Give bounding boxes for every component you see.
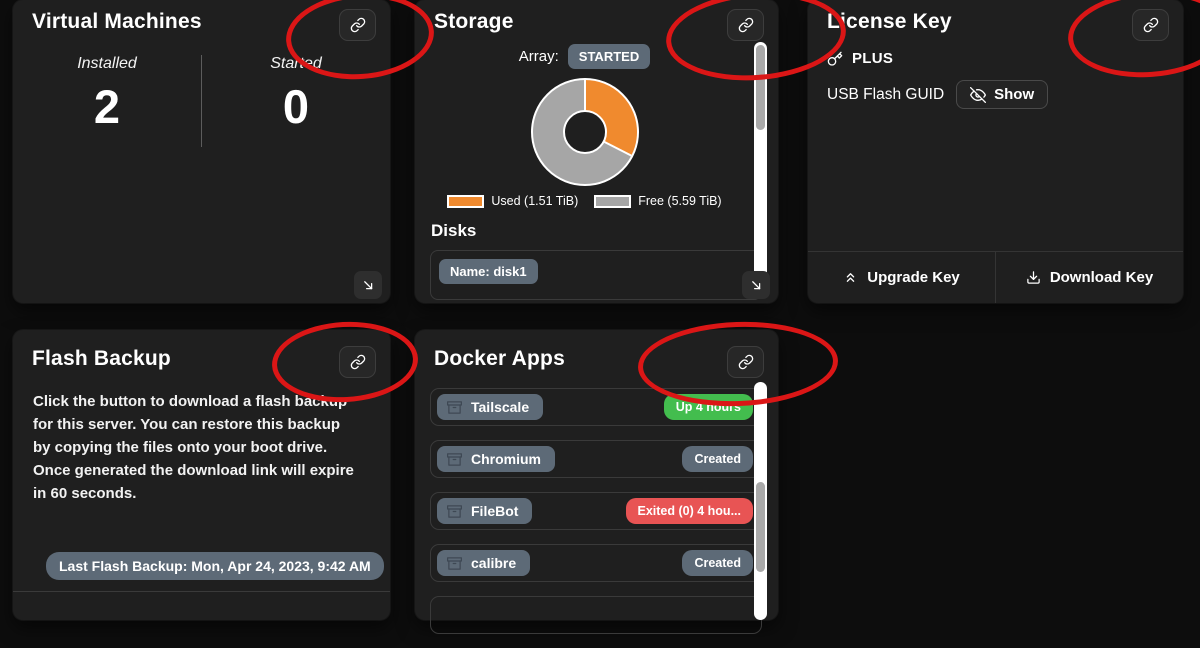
array-status-badge: STARTED bbox=[568, 44, 650, 69]
usb-guid-row: USB Flash GUID Show bbox=[827, 80, 1048, 109]
storage-scrollbar[interactable] bbox=[754, 42, 767, 298]
license-key-card: License Key PLUS USB Flash GUID Show Upg… bbox=[808, 0, 1183, 303]
app-status-badge: Exited (0) 4 hou... bbox=[626, 498, 754, 524]
docker-app-list: Tailscale Up 4 hours Chromium Created Fi… bbox=[430, 388, 762, 648]
eye-slash-icon bbox=[970, 87, 986, 103]
app-status-badge: Created bbox=[682, 446, 753, 472]
app-name: Chromium bbox=[471, 451, 541, 467]
container-icon bbox=[447, 400, 462, 415]
arrow-down-right-icon bbox=[361, 278, 376, 293]
container-icon bbox=[447, 556, 462, 571]
flash-backup-description: Click the button to download a flash bac… bbox=[33, 390, 358, 505]
flash-backup-card: Flash Backup Click the button to downloa… bbox=[13, 330, 390, 620]
vm-expand-button[interactable] bbox=[354, 271, 382, 299]
license-key-title: License Key bbox=[827, 10, 952, 34]
app-name-pill[interactable]: calibre bbox=[437, 550, 530, 576]
download-key-button[interactable]: Download Key bbox=[995, 252, 1183, 303]
vm-installed-label: Installed bbox=[13, 55, 201, 73]
storage-expand-button[interactable] bbox=[742, 271, 770, 299]
docker-app-row-partial[interactable] bbox=[430, 596, 762, 634]
download-key-label: Download Key bbox=[1050, 269, 1153, 286]
docker-app-row-calibre[interactable]: calibre Created bbox=[430, 544, 762, 582]
license-footer: Upgrade Key Download Key bbox=[808, 251, 1183, 303]
container-icon bbox=[447, 504, 462, 519]
docker-app-row-chromium[interactable]: Chromium Created bbox=[430, 440, 762, 478]
used-swatch bbox=[447, 195, 484, 208]
app-name-pill[interactable]: Tailscale bbox=[437, 394, 543, 420]
legend-item-free: Free (5.59 TiB) bbox=[594, 194, 721, 208]
link-icon bbox=[1143, 17, 1159, 33]
disk-list-box[interactable]: Name: disk1 bbox=[430, 250, 762, 300]
app-name: FileBot bbox=[471, 503, 518, 519]
virtual-machines-title: Virtual Machines bbox=[32, 10, 202, 34]
docker-app-row-filebot[interactable]: FileBot Exited (0) 4 hou... bbox=[430, 492, 762, 530]
arrow-down-right-icon bbox=[749, 278, 764, 293]
flash-footer-divider bbox=[13, 591, 390, 592]
docker-apps-card: Docker Apps Tailscale Up 4 hours Chromiu… bbox=[415, 330, 778, 620]
free-swatch bbox=[594, 195, 631, 208]
license-plan-name: PLUS bbox=[852, 50, 893, 67]
docker-app-row-tailscale[interactable]: Tailscale Up 4 hours bbox=[430, 388, 762, 426]
flash-backup-title: Flash Backup bbox=[32, 347, 171, 371]
docker-apps-title: Docker Apps bbox=[434, 347, 565, 371]
storage-title: Storage bbox=[434, 10, 514, 34]
link-icon bbox=[350, 354, 366, 370]
double-chevron-up-icon bbox=[843, 270, 858, 285]
app-name: calibre bbox=[471, 555, 516, 571]
virtual-machines-card: Virtual Machines Installed 2 Started 0 bbox=[13, 0, 390, 303]
docker-scrollbar[interactable] bbox=[754, 382, 767, 620]
vm-started-stat: Started 0 bbox=[202, 55, 390, 147]
usb-guid-label: USB Flash GUID bbox=[827, 86, 944, 104]
storage-card: Storage Array: STARTED Used (1.51 TiB) F… bbox=[415, 0, 778, 303]
vm-started-value: 0 bbox=[202, 83, 390, 130]
disk-name-badge: Name: disk1 bbox=[439, 259, 538, 284]
link-icon bbox=[738, 17, 754, 33]
app-name-pill[interactable]: FileBot bbox=[437, 498, 532, 524]
flash-link-button[interactable] bbox=[339, 346, 376, 378]
vm-link-button[interactable] bbox=[339, 9, 376, 41]
disks-heading: Disks bbox=[431, 221, 476, 241]
download-icon bbox=[1026, 270, 1041, 285]
vm-started-label: Started bbox=[202, 55, 390, 73]
docker-link-button[interactable] bbox=[727, 346, 764, 378]
app-name-pill[interactable]: Chromium bbox=[437, 446, 555, 472]
link-icon bbox=[738, 354, 754, 370]
donut-hole bbox=[563, 110, 607, 154]
app-status-badge: Up 4 hours bbox=[664, 394, 753, 420]
app-status-badge: Created bbox=[682, 550, 753, 576]
license-plan-row: PLUS bbox=[827, 50, 893, 67]
used-label: Used (1.51 TiB) bbox=[491, 194, 578, 208]
vm-stats: Installed 2 Started 0 bbox=[13, 55, 390, 147]
legend-item-used: Used (1.51 TiB) bbox=[447, 194, 578, 208]
storage-donut-chart bbox=[531, 78, 639, 186]
link-icon bbox=[350, 17, 366, 33]
show-guid-button[interactable]: Show bbox=[956, 80, 1048, 109]
array-status-row: Array: STARTED bbox=[415, 44, 754, 69]
key-icon bbox=[827, 51, 843, 67]
docker-scrollbar-thumb[interactable] bbox=[756, 482, 765, 572]
free-label: Free (5.59 TiB) bbox=[638, 194, 721, 208]
storage-legend: Used (1.51 TiB) Free (5.59 TiB) bbox=[415, 194, 754, 208]
license-link-button[interactable] bbox=[1132, 9, 1169, 41]
last-flash-backup-badge: Last Flash Backup: Mon, Apr 24, 2023, 9:… bbox=[46, 552, 384, 580]
app-name: Tailscale bbox=[471, 399, 529, 415]
array-label: Array: bbox=[519, 48, 559, 65]
storage-scrollbar-thumb[interactable] bbox=[756, 45, 765, 130]
show-guid-label: Show bbox=[994, 86, 1034, 103]
vm-installed-value: 2 bbox=[13, 83, 201, 130]
vm-installed-stat: Installed 2 bbox=[13, 55, 201, 147]
storage-link-button[interactable] bbox=[727, 9, 764, 41]
upgrade-key-button[interactable]: Upgrade Key bbox=[808, 252, 995, 303]
container-icon bbox=[447, 452, 462, 467]
upgrade-key-label: Upgrade Key bbox=[867, 269, 960, 286]
storage-donut-wrap bbox=[415, 78, 754, 186]
